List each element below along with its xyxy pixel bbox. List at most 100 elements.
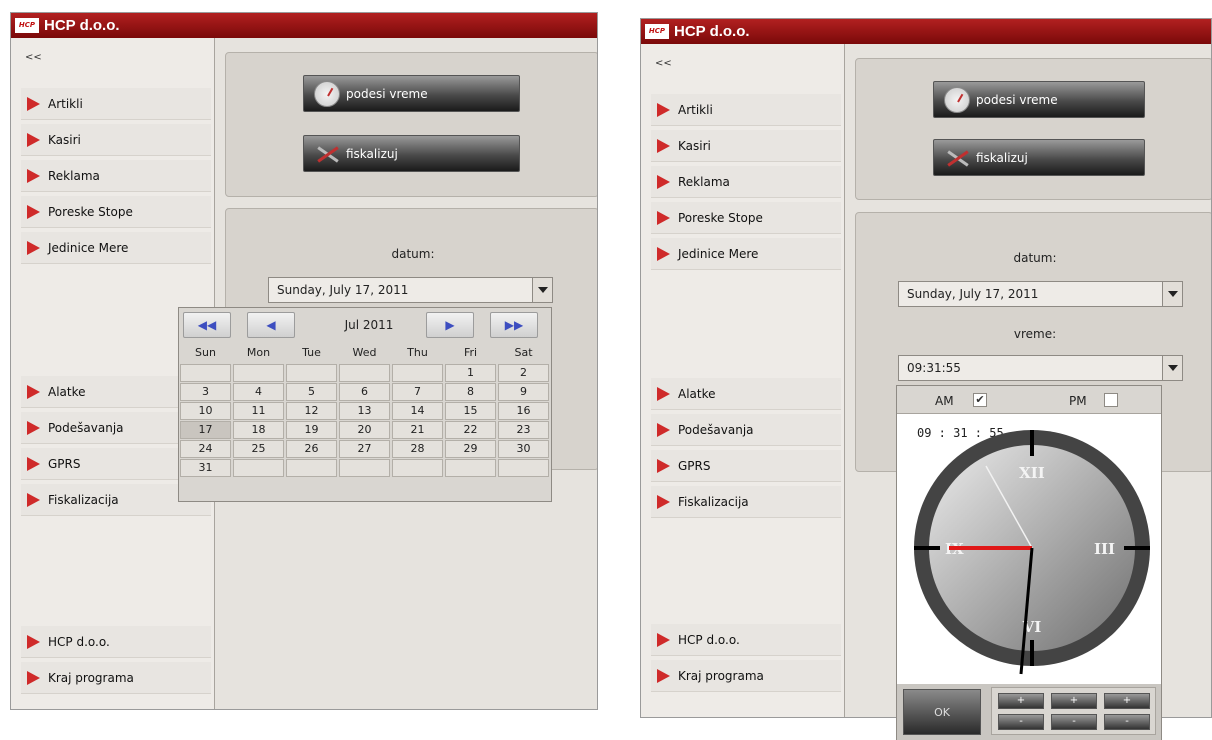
- sidebar-item-fiskalizacija[interactable]: Fiskalizacija: [651, 486, 841, 518]
- next-year-button[interactable]: ▶▶: [490, 312, 538, 338]
- second-minus-button[interactable]: -: [1104, 714, 1150, 730]
- next-month-button[interactable]: ▶: [426, 312, 474, 338]
- day-cell[interactable]: 16: [498, 402, 549, 420]
- day-cell[interactable]: 23: [498, 421, 549, 439]
- ok-button[interactable]: OK: [903, 689, 981, 735]
- sidebar-item-jedinice-mere[interactable]: Jedinice Mere: [651, 238, 841, 270]
- sidebar-item-poreske-stope[interactable]: Poreske Stope: [21, 196, 211, 228]
- day-cell[interactable]: 6: [339, 383, 390, 401]
- weekday-label: Sat: [514, 346, 533, 359]
- sidebar-item-label: Fiskalizacija: [678, 494, 749, 509]
- day-cell[interactable]: 3: [180, 383, 231, 401]
- day-cell[interactable]: 24: [180, 440, 231, 458]
- chevron-down-icon[interactable]: [1162, 356, 1182, 380]
- tools-icon: [314, 141, 340, 167]
- sidebar-item-label: GPRS: [678, 458, 711, 473]
- sidebar-item-gprs[interactable]: GPRS: [651, 450, 841, 482]
- set-time-button[interactable]: podesi vreme: [933, 81, 1145, 118]
- set-time-label: podesi vreme: [346, 86, 428, 101]
- arrow-icon: [657, 422, 670, 437]
- date-value: Sunday, July 17, 2011: [907, 287, 1039, 301]
- sidebar-item-jedinice-mere[interactable]: Jedinice Mere: [21, 232, 211, 264]
- hour-plus-button[interactable]: +: [998, 693, 1044, 709]
- weekday-label: Mon: [246, 346, 271, 359]
- sidebar-item-kasiri[interactable]: Kasiri: [21, 124, 211, 156]
- day-cell[interactable]: 25: [233, 440, 284, 458]
- arrow-icon: [27, 670, 40, 685]
- day-cell[interactable]: 7: [392, 383, 443, 401]
- day-cell[interactable]: 2: [498, 364, 549, 382]
- day-cell[interactable]: 19: [286, 421, 337, 439]
- hour-minus-button[interactable]: -: [998, 714, 1044, 730]
- weekday-label: Tue: [302, 346, 321, 359]
- arrow-icon: [27, 384, 40, 399]
- day-cell[interactable]: 14: [392, 402, 443, 420]
- day-cell[interactable]: 27: [339, 440, 390, 458]
- prev-month-button[interactable]: ◀: [247, 312, 295, 338]
- sidebar-item-kraj-programa[interactable]: Kraj programa: [21, 662, 211, 694]
- sidebar-item-reklama[interactable]: Reklama: [21, 160, 211, 192]
- analog-clock: XII III VI IX: [914, 430, 1150, 675]
- sidebar-item-label: HCP d.o.o.: [48, 634, 110, 649]
- chevron-down-icon[interactable]: [1162, 282, 1182, 306]
- title-bar: HCP HCP d.o.o.: [641, 19, 1211, 44]
- day-cell[interactable]: 13: [339, 402, 390, 420]
- day-cell[interactable]: 8: [445, 383, 496, 401]
- day-cell[interactable]: 20: [339, 421, 390, 439]
- clock-popup: AM ✔ PM 09 : 31 : 55 XII III VI IX OK + …: [896, 385, 1162, 740]
- sidebar-item-label: Alatke: [48, 384, 86, 399]
- arrow-icon: [657, 174, 670, 189]
- sidebar-item-label: Poreske Stope: [48, 204, 133, 219]
- date-combo[interactable]: Sunday, July 17, 2011: [268, 277, 553, 303]
- day-cell[interactable]: 28: [392, 440, 443, 458]
- empty-day-cell: [286, 459, 337, 477]
- day-cell[interactable]: 29: [445, 440, 496, 458]
- day-cell[interactable]: 26: [286, 440, 337, 458]
- day-cell[interactable]: 18: [233, 421, 284, 439]
- day-cell[interactable]: 10: [180, 402, 231, 420]
- day-cell[interactable]: 30: [498, 440, 549, 458]
- day-cell[interactable]: 12: [286, 402, 337, 420]
- day-cell[interactable]: 9: [498, 383, 549, 401]
- fiscalize-button[interactable]: fiskalizuj: [303, 135, 520, 172]
- minute-plus-button[interactable]: +: [1051, 693, 1097, 709]
- window-title: HCP d.o.o.: [674, 23, 750, 40]
- sidebar-item-reklama[interactable]: Reklama: [651, 166, 841, 198]
- arrow-icon: [657, 668, 670, 683]
- arrow-icon: [27, 96, 40, 111]
- fiscalize-label: fiskalizuj: [976, 150, 1028, 165]
- day-cell[interactable]: 5: [286, 383, 337, 401]
- sidebar-item-kraj-programa[interactable]: Kraj programa: [651, 660, 841, 692]
- sidebar-item-alatke[interactable]: Alatke: [651, 378, 841, 410]
- collapse-button[interactable]: <<: [655, 58, 672, 69]
- sidebar-item-kasiri[interactable]: Kasiri: [651, 130, 841, 162]
- set-time-button[interactable]: podesi vreme: [303, 75, 520, 112]
- sidebar-item-poreske-stope[interactable]: Poreske Stope: [651, 202, 841, 234]
- chevron-down-icon[interactable]: [532, 278, 552, 302]
- sidebar-item-label: Jedinice Mere: [678, 246, 759, 261]
- second-plus-button[interactable]: +: [1104, 693, 1150, 709]
- sidebar-item-hcp[interactable]: HCP d.o.o.: [21, 626, 211, 658]
- time-value: 09:31:55: [907, 361, 961, 375]
- day-cell[interactable]: 21: [392, 421, 443, 439]
- sidebar-item-artikli[interactable]: Artikli: [21, 88, 211, 120]
- minute-minus-button[interactable]: -: [1051, 714, 1097, 730]
- time-combo[interactable]: 09:31:55: [898, 355, 1183, 381]
- fiscalize-button[interactable]: fiskalizuj: [933, 139, 1145, 176]
- day-cell[interactable]: 11: [233, 402, 284, 420]
- sidebar-item-hcp[interactable]: HCP d.o.o.: [651, 624, 841, 656]
- empty-day-cell: [233, 459, 284, 477]
- day-cell[interactable]: 22: [445, 421, 496, 439]
- set-time-label: podesi vreme: [976, 92, 1058, 107]
- date-combo[interactable]: Sunday, July 17, 2011: [898, 281, 1183, 307]
- sidebar-item-podesavanja[interactable]: Podešavanja: [651, 414, 841, 446]
- prev-year-button[interactable]: ◀◀: [183, 312, 231, 338]
- collapse-button[interactable]: <<: [25, 52, 42, 63]
- day-cell[interactable]: 1: [445, 364, 496, 382]
- sidebar-item-artikli[interactable]: Artikli: [651, 94, 841, 126]
- day-cell[interactable]: 31: [180, 459, 231, 477]
- day-cell[interactable]: 15: [445, 402, 496, 420]
- day-cell[interactable]: 17: [180, 421, 231, 439]
- arrow-icon: [657, 138, 670, 153]
- day-cell[interactable]: 4: [233, 383, 284, 401]
